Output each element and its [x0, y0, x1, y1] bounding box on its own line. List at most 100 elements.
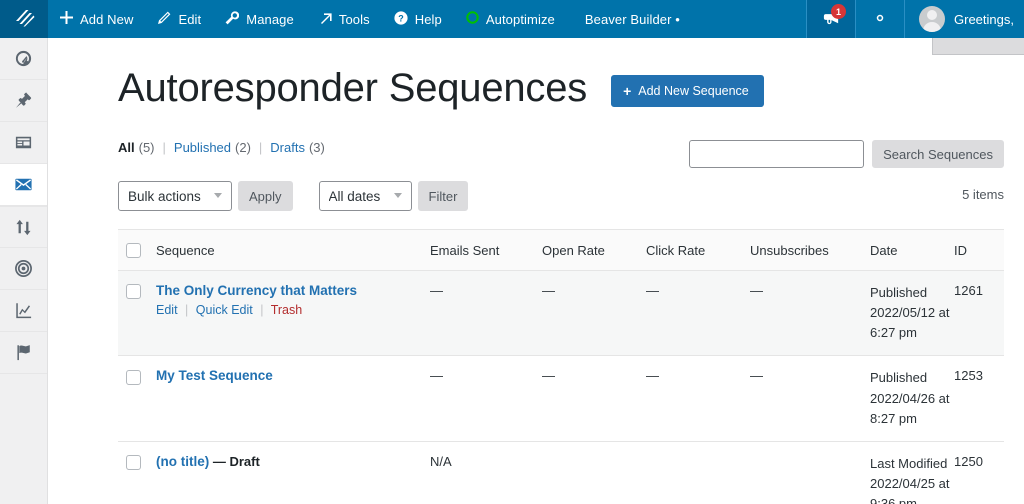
- filter-count-published: (2): [235, 140, 251, 155]
- sidebar-item-transfer[interactable]: [0, 206, 47, 248]
- select-all-checkbox[interactable]: [126, 243, 141, 258]
- row-date-status: Published: [870, 283, 954, 303]
- pushpin-icon: [14, 91, 33, 110]
- sidebar-item-email[interactable]: [0, 164, 47, 206]
- admin-bar: Add New Edit Manage Tools ? Help Autopti…: [0, 0, 1024, 38]
- adminbar-item-beaver-builder[interactable]: Beaver Builder •: [567, 0, 692, 38]
- row-action-quick-edit[interactable]: Quick Edit: [196, 303, 253, 317]
- sidebar-item-campaigns[interactable]: [0, 332, 47, 374]
- row-checkbox[interactable]: [126, 370, 141, 385]
- circle-outline-icon: [466, 11, 479, 27]
- row-action-edit[interactable]: Edit: [156, 303, 178, 317]
- items-count: 5 items: [962, 187, 1004, 202]
- row-date-value: 2022/04/26 at: [870, 389, 954, 409]
- filter-separator-1: |: [163, 140, 166, 155]
- row-action-separator-2: |: [260, 303, 263, 317]
- plus-icon: [60, 11, 73, 27]
- speedometer-icon: [14, 49, 33, 68]
- search-input[interactable]: [689, 140, 864, 168]
- sequence-title-suffix: — Draft: [213, 454, 260, 469]
- notifications-button[interactable]: 1: [807, 0, 855, 38]
- table-row: My Test Sequence — — — — Published 2022/…: [118, 356, 1004, 441]
- sequence-title-link[interactable]: My Test Sequence: [156, 368, 273, 383]
- table-row: The Only Currency that Matters Edit | Qu…: [118, 271, 1004, 356]
- search-box: Search Sequences: [689, 140, 1004, 168]
- up-down-arrows-icon: [14, 218, 33, 237]
- add-new-sequence-label: Add New Sequence: [638, 84, 749, 98]
- filter-link-published[interactable]: Published: [174, 140, 231, 155]
- sidebar-item-forms[interactable]: [0, 122, 47, 164]
- column-header-click-rate[interactable]: Click Rate: [646, 230, 750, 271]
- dates-select[interactable]: All dates: [319, 181, 412, 211]
- plus-icon: +: [623, 84, 631, 98]
- row-date-status: Last Modified: [870, 454, 954, 474]
- row-id: 1253: [954, 356, 1004, 441]
- site-logo-button[interactable]: [0, 0, 48, 38]
- row-select-cell: [118, 271, 156, 356]
- filter-count-all: (5): [139, 140, 155, 155]
- adminbar-label-tools: Tools: [339, 12, 370, 27]
- sidebar-item-posts[interactable]: [0, 80, 47, 122]
- column-header-date[interactable]: Date: [870, 230, 954, 271]
- column-header-emails-sent[interactable]: Emails Sent: [430, 230, 542, 271]
- row-action-separator-1: |: [185, 303, 188, 317]
- adminbar-spacer: [692, 0, 806, 38]
- column-header-open-rate[interactable]: Open Rate: [542, 230, 646, 271]
- gear-icon: [871, 9, 889, 30]
- adminbar-item-tools[interactable]: Tools: [306, 0, 382, 38]
- row-open-rate: —: [542, 271, 646, 356]
- filter-link-drafts[interactable]: Drafts: [270, 140, 305, 155]
- sidebar-item-analytics[interactable]: [0, 290, 47, 332]
- screen-meta-tabs[interactable]: [932, 38, 1024, 55]
- select-all-cell: [118, 230, 156, 271]
- row-date-time: 8:27 pm: [870, 409, 954, 429]
- dates-select-wrap: All dates: [319, 181, 412, 211]
- row-unsubscribes: —: [750, 271, 870, 356]
- adminbar-item-help[interactable]: ? Help: [382, 0, 454, 38]
- adminbar-item-edit[interactable]: Edit: [145, 0, 213, 38]
- sidebar-item-targeting[interactable]: [0, 248, 47, 290]
- wrench-icon: [225, 11, 239, 28]
- bulk-actions-select[interactable]: Bulk actions: [118, 181, 232, 211]
- envelope-icon: [14, 175, 33, 194]
- apply-button[interactable]: Apply: [238, 181, 293, 211]
- form-icon: [14, 133, 33, 152]
- settings-button[interactable]: [856, 0, 904, 38]
- arrow-up-right-icon: [318, 11, 332, 28]
- row-date-value: 2022/04/25 at: [870, 474, 954, 494]
- row-unsubscribes: —: [750, 356, 870, 441]
- pencil-icon: [157, 11, 171, 28]
- sequences-table: Sequence Emails Sent Open Rate Click Rat…: [118, 229, 1004, 504]
- line-chart-icon: [14, 301, 33, 320]
- adminbar-item-autoptimize[interactable]: Autoptimize: [454, 0, 567, 38]
- column-header-id[interactable]: ID: [954, 230, 1004, 271]
- filter-button[interactable]: Filter: [418, 181, 469, 211]
- row-date: Published 2022/04/26 at 8:27 pm: [870, 356, 954, 441]
- sequence-title-link[interactable]: (no title): [156, 454, 209, 469]
- row-click-rate: —: [646, 271, 750, 356]
- add-new-sequence-button[interactable]: + Add New Sequence: [611, 75, 764, 107]
- adminbar-item-manage[interactable]: Manage: [213, 0, 306, 38]
- row-click-rate: [646, 441, 750, 504]
- row-checkbox[interactable]: [126, 455, 141, 470]
- sidebar-bottom-gap: [0, 374, 47, 386]
- filter-separator-2: |: [259, 140, 262, 155]
- row-date: Last Modified 2022/04/25 at 9:36 pm: [870, 441, 954, 504]
- row-id: 1261: [954, 271, 1004, 356]
- row-sequence-cell: (no title) — Draft: [156, 441, 430, 504]
- row-open-rate: —: [542, 356, 646, 441]
- sequence-title-link[interactable]: The Only Currency that Matters: [156, 283, 357, 298]
- adminbar-item-add-new[interactable]: Add New: [48, 0, 145, 38]
- avatar: [919, 6, 945, 32]
- row-checkbox[interactable]: [126, 284, 141, 299]
- column-header-unsubscribes[interactable]: Unsubscribes: [750, 230, 870, 271]
- row-unsubscribes: [750, 441, 870, 504]
- filter-link-all[interactable]: All: [118, 140, 135, 155]
- column-header-sequence[interactable]: Sequence: [156, 230, 430, 271]
- sidebar-item-dashboard[interactable]: [0, 38, 47, 80]
- account-menu[interactable]: Greetings,: [905, 0, 1024, 38]
- row-action-trash[interactable]: Trash: [271, 303, 303, 317]
- main-content: Autoresponder Sequences + Add New Sequen…: [48, 38, 1024, 504]
- search-sequences-button[interactable]: Search Sequences: [872, 140, 1004, 168]
- greeting-label: Greetings,: [954, 12, 1014, 27]
